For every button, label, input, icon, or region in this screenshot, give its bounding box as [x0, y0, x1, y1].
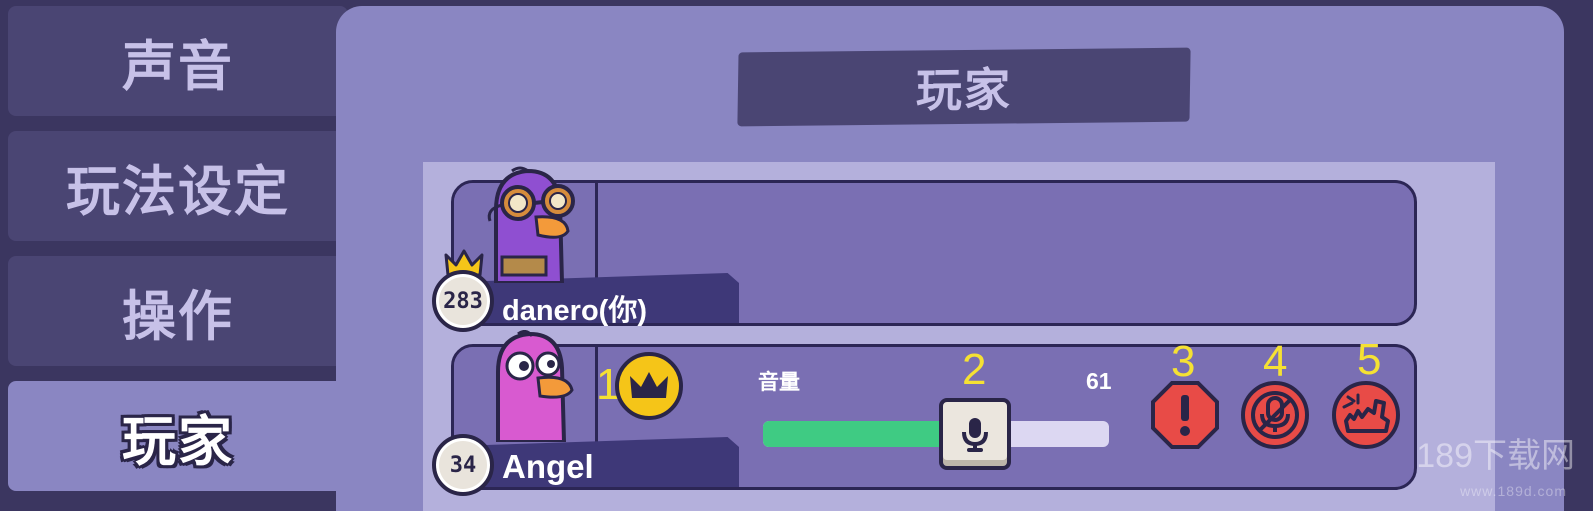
- page-title-text: 玩家: [915, 62, 1013, 118]
- microphone-icon: [962, 418, 988, 452]
- volume-slider-fill: [763, 421, 954, 447]
- level-value: 283: [443, 288, 483, 314]
- tab-sound[interactable]: 声音: [8, 6, 348, 116]
- player-name: Angel: [502, 448, 594, 485]
- avatar-purple-goose: [487, 166, 575, 283]
- report-icon: [1151, 381, 1219, 449]
- tab-gameplay-settings-label: 玩法设定: [66, 159, 290, 223]
- volume-label: 音量: [758, 370, 800, 394]
- volume-slider[interactable]: [763, 421, 1109, 447]
- mute-player-button[interactable]: [1241, 381, 1309, 449]
- level-value: 34: [449, 452, 477, 478]
- kick-player-button[interactable]: [1332, 381, 1400, 449]
- tab-controls[interactable]: 操作: [8, 256, 348, 366]
- watermark-logo: 189下载网: [1416, 437, 1575, 475]
- level-badge: 34: [432, 434, 494, 496]
- callout-number-5: 5: [1357, 335, 1382, 384]
- tab-gameplay-settings[interactable]: 玩法设定: [8, 131, 348, 241]
- tab-players[interactable]: 玩家: [8, 381, 348, 491]
- kick-icon: [1342, 393, 1390, 433]
- volume-slider-handle[interactable]: [939, 398, 1011, 470]
- crown-icon: [630, 372, 668, 398]
- callout-number-4: 4: [1263, 337, 1288, 386]
- callout-number-2: 2: [962, 345, 987, 394]
- volume-value: 61: [1086, 368, 1112, 394]
- level-badge: 283: [432, 270, 494, 332]
- report-button[interactable]: [1150, 380, 1220, 450]
- make-host-button[interactable]: [615, 352, 683, 420]
- tab-controls-label: 操作: [122, 284, 234, 348]
- mute-icon: [1251, 391, 1299, 439]
- avatar-pink-goose: [496, 330, 574, 442]
- player-name: danero(你): [502, 295, 648, 327]
- tab-players-label: 玩家: [122, 409, 234, 473]
- page-title: 玩家: [737, 47, 1191, 127]
- watermark-url: www.189d.com: [1460, 483, 1567, 499]
- tab-sound-label: 声音: [122, 34, 234, 98]
